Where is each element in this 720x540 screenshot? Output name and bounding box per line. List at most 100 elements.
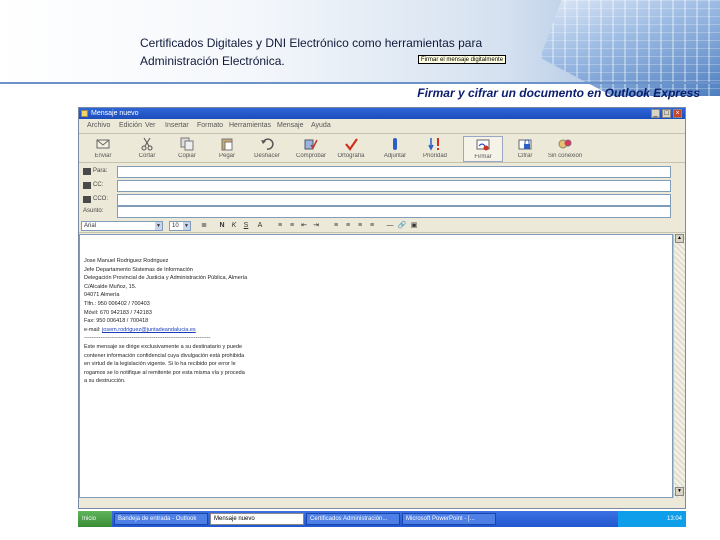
maximize-button[interactable]: □: [662, 109, 671, 118]
sign-tooltip: Firmar el mensaje digitalmente: [418, 55, 507, 64]
signature-line: Fax: 950 006418 / 700418: [84, 318, 149, 325]
cc-field[interactable]: [117, 180, 671, 192]
disclaimer-line: Este mensaje se dirige exclusivamente a …: [84, 343, 243, 350]
copy-icon: [180, 137, 194, 151]
menu-formato[interactable]: Formato: [197, 122, 223, 129]
menu-bar: Archivo Edición Ver Insertar Formato Her…: [79, 120, 685, 134]
menu-ver[interactable]: Ver: [145, 122, 156, 129]
task-button-active[interactable]: Mensaje nuevo: [210, 513, 304, 525]
spelling-icon: [345, 138, 358, 151]
paste-icon: [221, 138, 233, 151]
disclaimer-line: a su destrucción.: [84, 378, 126, 385]
menu-mensaje[interactable]: Mensaje: [277, 122, 303, 129]
numbered-list-icon[interactable]: ≡: [275, 221, 285, 231]
underline-icon[interactable]: S: [241, 221, 251, 231]
scroll-up-icon[interactable]: ▲: [675, 234, 684, 243]
offline-icon: [558, 139, 572, 149]
encrypt-button[interactable]: Cifrar: [505, 136, 545, 162]
signature-line: Delegación Provincial de Justicia y Admi…: [84, 275, 248, 282]
indent-icon[interactable]: ⇥: [311, 221, 321, 231]
bcc-label: CCO:: [93, 196, 108, 202]
attach-icon: [393, 138, 397, 150]
minimize-button[interactable]: _: [651, 109, 660, 118]
outlook-compose-window: Mensaje nuevo _ □ × Archivo Edición Ver …: [78, 107, 686, 509]
scissors-icon: [141, 137, 153, 151]
close-button[interactable]: ×: [673, 109, 682, 118]
address-book-icon: [83, 196, 91, 203]
vertical-scrollbar[interactable]: ▲ ▼: [673, 234, 685, 498]
slide: Certificados Digitales y DNI Electrónico…: [0, 0, 720, 540]
align-center-icon[interactable]: ≡: [343, 221, 353, 231]
attach-button[interactable]: Adjuntar: [375, 136, 415, 162]
cut-button[interactable]: Cortar: [127, 136, 167, 162]
font-size-select[interactable]: 10 ▼: [169, 221, 191, 231]
priority-icon: [428, 138, 439, 151]
scroll-down-icon[interactable]: ▼: [675, 487, 684, 496]
justify-icon[interactable]: ≡: [367, 221, 377, 231]
signature-line: Jefe Departamento Sistemas de Informació…: [84, 266, 193, 273]
address-book-icon: [83, 168, 91, 175]
sign-icon: [476, 139, 490, 151]
toolbar: Enviar Cortar Copiar Pegar Deshacer Comp…: [79, 135, 685, 163]
slide-title: Certificados Digitales y DNI Electrónico…: [140, 36, 483, 68]
envelope-icon: [81, 110, 88, 117]
signature-separator: ----------------------------------------…: [84, 335, 211, 342]
check-names-button[interactable]: Comprobar: [291, 136, 331, 162]
bold-icon[interactable]: N: [217, 221, 227, 231]
start-button[interactable]: Inicio: [78, 511, 112, 527]
to-field[interactable]: [117, 166, 671, 178]
priority-button[interactable]: Prioridad: [415, 136, 455, 162]
encrypt-icon: [518, 139, 532, 150]
format-bar: Arial ▼ 10 ▼ ≣ N K S A ≡ ≡ ⇤ ⇥ ≡ ≡ ≡ ≡ —…: [79, 219, 685, 233]
subject-label: Asunto:: [83, 208, 104, 214]
menu-edicion[interactable]: Edición: [119, 122, 142, 129]
signature-block: Jose Manuel Rodriguez Rodriguez Jefe Dep…: [84, 257, 384, 386]
signature-name: Jose Manuel Rodriguez Rodriguez: [84, 258, 169, 264]
undo-button[interactable]: Deshacer: [247, 136, 287, 162]
copy-button[interactable]: Copiar: [167, 136, 207, 162]
window-title: Mensaje nuevo: [91, 110, 139, 117]
task-button[interactable]: Microsoft PowerPoint - [...: [402, 513, 496, 525]
menu-ayuda[interactable]: Ayuda: [311, 122, 331, 129]
italic-icon[interactable]: K: [229, 221, 239, 231]
email-link[interactable]: josem.rodriguez@juntadeandalucia.es: [102, 327, 196, 333]
paste-button[interactable]: Pegar: [207, 136, 247, 162]
outdent-icon[interactable]: ⇤: [299, 221, 309, 231]
signature-line: Tlfn.: 950 006402 / 700403: [84, 300, 150, 307]
cc-row: CC:: [79, 179, 685, 193]
horizontal-line-icon[interactable]: —: [385, 221, 395, 231]
chevron-down-icon: ▼: [183, 222, 190, 230]
chevron-down-icon: ▼: [155, 222, 162, 230]
sign-button[interactable]: Firmar: [463, 136, 503, 162]
align-right-icon[interactable]: ≡: [355, 221, 365, 231]
font-color-icon[interactable]: A: [255, 221, 265, 231]
task-button[interactable]: Bandeja de entrada - Outlook: [114, 513, 208, 525]
font-select[interactable]: Arial ▼: [81, 221, 163, 231]
to-row: Para:: [79, 165, 685, 179]
hyperlink-icon[interactable]: 🔗: [397, 221, 407, 231]
offline-button[interactable]: Sin conexión: [545, 136, 585, 162]
signature-email-line: e-mail: josem.rodriguez@juntadeandalucia…: [84, 326, 196, 333]
taskbar: Inicio Bandeja de entrada - Outlook Mens…: [78, 511, 686, 527]
menu-herramientas[interactable]: Herramientas: [229, 122, 271, 129]
system-tray: 13:04: [618, 511, 686, 527]
task-button[interactable]: Certificados Administración...: [306, 513, 400, 525]
window-titlebar[interactable]: Mensaje nuevo _ □ ×: [79, 108, 685, 119]
disclaimer-line: contener información confidencial cuya d…: [84, 352, 245, 359]
insert-image-icon[interactable]: ▣: [409, 221, 419, 231]
message-body[interactable]: Jose Manuel Rodriguez Rodriguez Jefe Dep…: [79, 234, 673, 498]
cc-label: CC:: [93, 182, 104, 188]
send-button[interactable]: Enviar: [83, 136, 123, 162]
spelling-button[interactable]: Ortografía: [331, 136, 371, 162]
paragraph-style-icon[interactable]: ≣: [199, 221, 209, 231]
align-left-icon[interactable]: ≡: [331, 221, 341, 231]
signature-line: Móvil: 670 942183 / 742183: [84, 309, 152, 316]
menu-archivo[interactable]: Archivo: [87, 122, 110, 129]
slide-subtitle: Firmar y cifrar un documento en Outlook …: [417, 86, 700, 100]
subject-field[interactable]: [117, 206, 671, 218]
header-divider: [0, 82, 720, 84]
bullet-list-icon[interactable]: ≡: [287, 221, 297, 231]
disclaimer-line: en virtud de la legislación vigente. Si …: [84, 361, 236, 368]
clock: 13:04: [666, 516, 682, 522]
menu-insertar[interactable]: Insertar: [165, 122, 189, 129]
